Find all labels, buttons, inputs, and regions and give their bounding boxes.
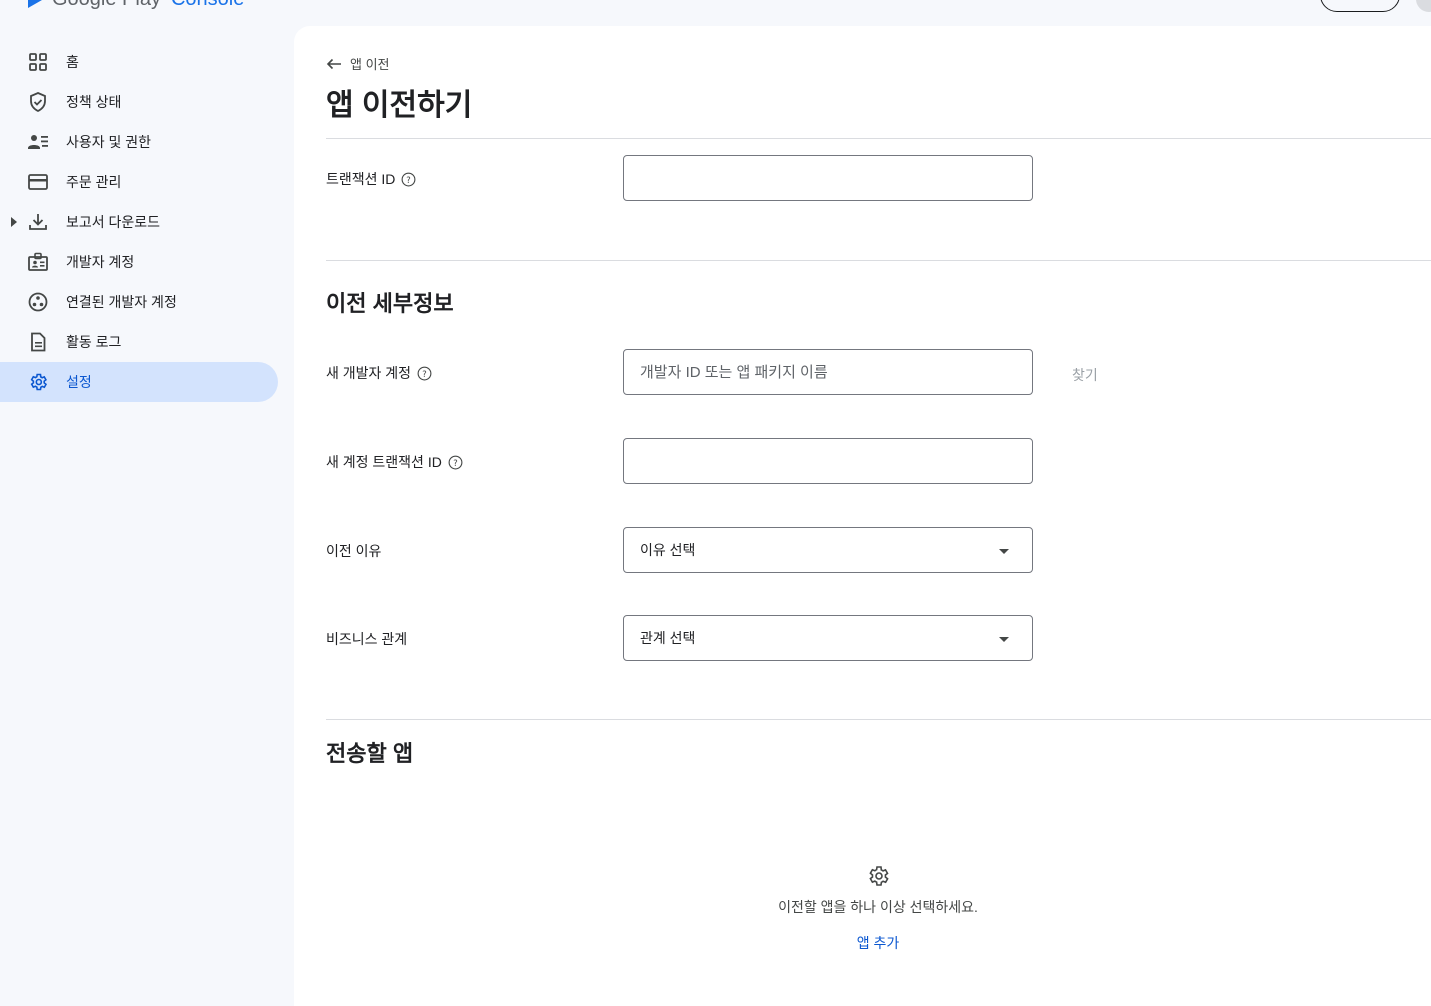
logo-text: Google Play: [52, 0, 161, 11]
sidebar-item-label: 정책 상태: [66, 94, 122, 110]
arrow-back-icon: [326, 58, 341, 69]
transaction-id-field[interactable]: [623, 155, 1033, 201]
download-icon: [29, 214, 47, 230]
transfer-reason-select[interactable]: 이유 선택: [623, 527, 1033, 573]
avatar[interactable]: [1416, 0, 1431, 12]
business-relationship-select[interactable]: 관계 선택: [623, 615, 1033, 661]
gear-icon: [869, 866, 889, 886]
back-link[interactable]: 앱 이전: [326, 54, 390, 73]
divider: [326, 260, 1431, 261]
new-transaction-id-label: 새 계정 트랜잭션 ID ?: [326, 452, 463, 472]
sidebar-item-label: 사용자 및 권한: [66, 134, 152, 150]
business-relationship-value: 관계 선택: [640, 630, 696, 646]
new-transaction-id-field[interactable]: [623, 438, 1033, 484]
new-transaction-id-input[interactable]: [624, 439, 1032, 483]
svg-text:?: ?: [453, 457, 457, 467]
expand-arrow-icon[interactable]: [11, 217, 17, 227]
sidebar-item-label: 개발자 계정: [66, 254, 135, 270]
linked-accounts-icon: [28, 292, 48, 312]
help-icon[interactable]: ?: [448, 455, 463, 470]
sidebar-item-label: 연결된 개발자 계정: [66, 294, 177, 310]
manage-accounts-icon: [28, 135, 48, 149]
new-developer-account-input[interactable]: [624, 350, 1032, 394]
back-link-label: 앱 이전: [350, 57, 390, 72]
dropdown-arrow-icon: [999, 637, 1009, 642]
transaction-id-input[interactable]: [624, 156, 1032, 200]
svg-text:?: ?: [422, 368, 426, 378]
dashboard-icon: [29, 53, 47, 71]
transaction-id-label: 트랜잭션 ID ?: [326, 169, 416, 189]
sidebar-item-home[interactable]: 홈: [0, 42, 278, 82]
sidebar-item-activity-log[interactable]: 활동 로그: [0, 322, 278, 362]
divider: [326, 138, 1431, 139]
main-panel: 앱 이전 앱 이전하기 트랜잭션 ID ? 이전 세부정보 새 개발자 계정 ?…: [294, 26, 1431, 1006]
play-console-logo[interactable]: Google Play Console: [28, 0, 244, 11]
sidebar-item-label: 활동 로그: [66, 334, 122, 350]
sidebar-item-users-permissions[interactable]: 사용자 및 권한: [0, 122, 278, 162]
transfer-reason-label: 이전 이유: [326, 541, 381, 561]
play-logo-icon: [28, 0, 42, 8]
transfer-reason-label-text: 이전 이유: [326, 543, 382, 559]
document-icon: [31, 332, 46, 352]
transaction-id-label-text: 트랜잭션 ID: [326, 171, 396, 187]
new-account-label: 새 개발자 계정 ?: [326, 363, 432, 383]
credit-card-icon: [28, 174, 48, 190]
sidebar-item-settings[interactable]: 설정: [0, 362, 278, 402]
badge-icon: [28, 252, 48, 271]
gear-icon: [30, 373, 48, 391]
empty-state-text: 이전할 앱을 하나 이상 선택하세요.: [778, 899, 978, 915]
sidebar: 홈 정책 상태 사용자 및 권한 주문 관리 보고서 다운로드 개발자 계정 연…: [0, 42, 290, 402]
new-developer-account-field[interactable]: [623, 349, 1033, 395]
top-action-button[interactable]: [1320, 0, 1400, 12]
business-relationship-label-text: 비즈니스 관계: [326, 631, 408, 647]
find-button[interactable]: 찾기: [1072, 365, 1098, 385]
transfer-details-title: 이전 세부정보: [326, 291, 454, 316]
help-icon[interactable]: ?: [417, 366, 432, 381]
dropdown-arrow-icon: [999, 549, 1009, 554]
logo-accent: Console: [171, 0, 244, 11]
divider: [326, 719, 1431, 720]
new-transaction-id-label-text: 새 계정 트랜잭션 ID: [326, 454, 442, 470]
new-account-label-text: 새 개발자 계정: [326, 365, 412, 381]
sidebar-item-order-management[interactable]: 주문 관리: [0, 162, 278, 202]
sidebar-item-label: 홈: [66, 54, 79, 70]
help-icon[interactable]: ?: [401, 172, 416, 187]
sidebar-item-linked-developer-accounts[interactable]: 연결된 개발자 계정: [0, 282, 278, 322]
sidebar-item-policy-status[interactable]: 정책 상태: [0, 82, 278, 122]
sidebar-item-download-reports[interactable]: 보고서 다운로드: [0, 202, 278, 242]
transfer-reason-value: 이유 선택: [640, 542, 696, 558]
sidebar-item-label: 주문 관리: [66, 174, 122, 190]
sidebar-item-label: 설정: [66, 374, 92, 390]
sidebar-item-developer-account[interactable]: 개발자 계정: [0, 242, 278, 282]
business-relationship-label: 비즈니스 관계: [326, 629, 407, 649]
svg-text:?: ?: [407, 174, 411, 184]
apps-to-transfer-title: 전송할 앱: [326, 741, 414, 766]
add-app-button[interactable]: 앱 추가: [778, 933, 978, 953]
page-title: 앱 이전하기: [326, 89, 473, 122]
shield-check-icon: [30, 92, 46, 112]
sidebar-item-label: 보고서 다운로드: [66, 214, 161, 230]
